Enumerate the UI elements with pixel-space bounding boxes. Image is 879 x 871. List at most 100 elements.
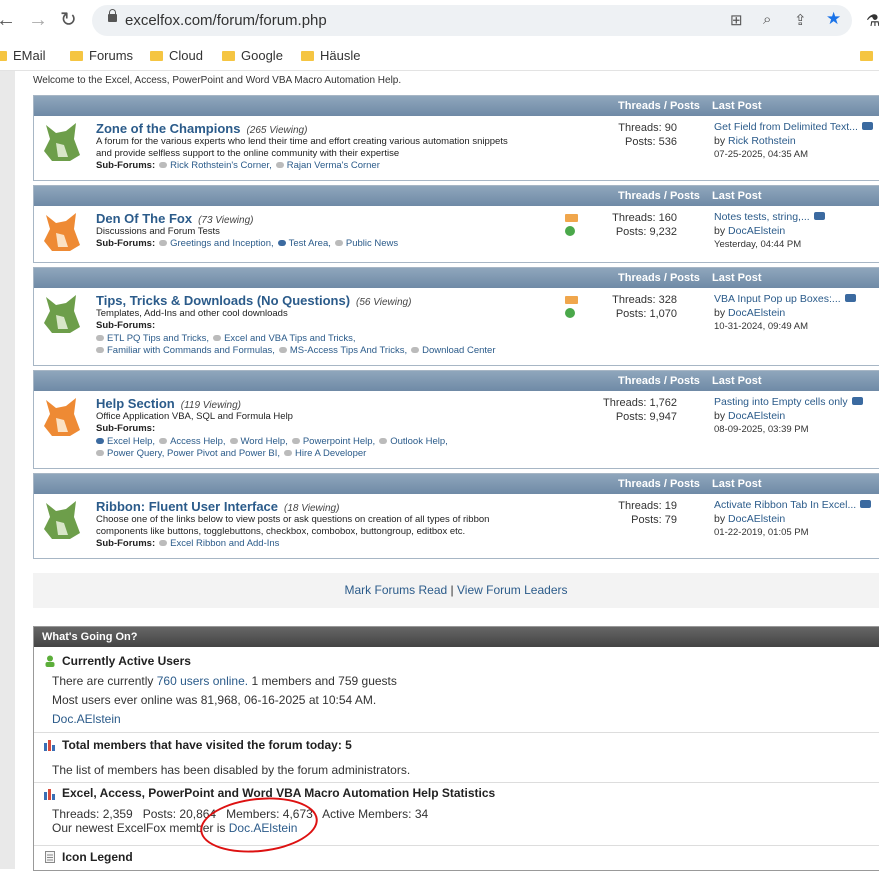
share-icon[interactable]: ⇪ (794, 11, 807, 29)
forum-title-link[interactable]: Tips, Tricks & Downloads (No Questions)(… (96, 293, 411, 308)
bookmark-star-icon[interactable]: ★ (826, 9, 841, 29)
go-to-post-icon[interactable] (860, 500, 872, 508)
subforums: Sub-Forums: Excel Ribbon and Add-Ins (96, 538, 280, 549)
forum-description: Choose one of the links below to view po… (96, 514, 490, 537)
last-post-user[interactable]: DocAElstein (728, 225, 785, 237)
subforums: Sub-Forums: Greetings and Inception, Test … (96, 238, 399, 249)
bar-chart-icon (44, 740, 55, 751)
forum-stats: Threads: 160 Posts: 9,232 (612, 212, 677, 238)
address-bar[interactable]: excelfox.com/forum/forum.php ⊞ ⌕ ⇪ ★ (92, 5, 852, 36)
url-text[interactable]: excelfox.com/forum/forum.php (125, 12, 327, 29)
forum-status-green-fox-icon (44, 501, 80, 539)
online-count-text: There are currently 760 users online. 1 … (52, 674, 397, 688)
last-post-user[interactable]: Rick Rothstein (728, 135, 796, 147)
subforum-bubble-icon (96, 437, 104, 444)
go-to-post-icon[interactable] (861, 122, 873, 130)
browser-toolbar: ← → ↻ excelfox.com/forum/forum.php ⊞ ⌕ ⇪… (0, 0, 879, 40)
mark-forums-read-link[interactable]: Mark Forums Read (344, 583, 447, 597)
forum-row: Zone of the Champions (265 Viewing) A for… (34, 116, 879, 179)
go-to-post-icon[interactable] (844, 294, 856, 302)
user-icon (45, 655, 55, 667)
last-post-title[interactable]: Pasting into Empty cells only (714, 396, 848, 408)
forward-icon[interactable]: → (28, 8, 48, 32)
bookmark-haeusle[interactable]: Häusle (301, 48, 360, 63)
folder-icon (301, 51, 314, 61)
forum-description: Templates, Add-Ins and other cool downlo… (96, 308, 288, 319)
folder-icon (70, 51, 83, 61)
reload-icon[interactable]: ↻ (60, 8, 77, 32)
subforums: Sub-Forums: Rick Rothstein's Corner, Rajan… (96, 160, 380, 171)
forum-title-link[interactable]: Zone of the Champions (265 Viewing) (96, 121, 307, 136)
last-post-header: Last Post (712, 100, 762, 112)
bookmark-cloud[interactable]: Cloud (150, 48, 203, 63)
subforum-bubble-icon (96, 347, 104, 353)
last-post-title[interactable]: Activate Ribbon Tab In Excel... (714, 499, 856, 511)
forum-status-orange-fox-icon (44, 213, 80, 251)
subforum-bubble-icon (229, 437, 238, 444)
today-visitors-section: Total members that have visited the foru… (34, 733, 879, 783)
last-post: Get Field from Delimited Text... by Rick… (714, 121, 873, 162)
forum-header: Threads / Posts Last Post (34, 371, 879, 391)
last-post-title[interactable]: VBA Input Pop up Boxes:... (714, 293, 841, 305)
forum-title-link[interactable]: Den Of The Fox (73 Viewing) (96, 211, 253, 226)
forum-stats: Threads: 90 Posts: 536 (618, 122, 677, 148)
statistics-section: Excel, Access, PowerPoint and Word VBA M… (34, 783, 879, 846)
subforums: Sub-Forums: Excel Help, Access Help, Word … (96, 423, 448, 459)
icon-legend-title[interactable]: Icon Legend (62, 850, 133, 864)
bookmark-forums[interactable]: Forums (70, 48, 133, 63)
moderation-ok-icon (565, 308, 575, 318)
forum-actions-bar: Mark Forums Read | View Forum Leaders (33, 573, 879, 608)
forum-row: Ribbon: Fluent User Interface (18 Viewing… (34, 494, 879, 557)
whats-going-on-panel: What's Going On? Currently Active Users … (33, 626, 879, 871)
forum-stats: Threads: 328 Posts: 1,070 (612, 294, 677, 320)
last-post: VBA Input Pop up Boxes:... by DocAElstei… (714, 293, 856, 334)
last-post-title[interactable]: Notes tests, string,... (714, 211, 810, 223)
forum-title-link[interactable]: Help Section (119 Viewing) (96, 396, 241, 411)
go-to-post-icon[interactable] (813, 212, 825, 220)
forum-header: Threads / Posts Last Post (34, 268, 879, 288)
forum-row: Tips, Tricks & Downloads (No Questions)(… (34, 288, 879, 364)
view-forum-leaders-link[interactable]: View Forum Leaders (457, 583, 568, 597)
active-member-link[interactable]: Doc.AElstein (52, 712, 121, 726)
separator: | (450, 583, 454, 597)
subforum-bubble-icon (275, 162, 284, 168)
whats-going-on-header[interactable]: What's Going On? (34, 627, 879, 647)
go-to-post-icon[interactable] (851, 397, 863, 405)
document-icon (45, 851, 55, 863)
back-icon[interactable]: ← (0, 8, 16, 32)
subforum-bubble-icon (334, 240, 343, 246)
last-post-title[interactable]: Get Field from Delimited Text... (714, 121, 858, 133)
subforum-bubble-icon (96, 450, 104, 456)
zoom-icon[interactable]: ⌕ (763, 11, 771, 28)
most-users-text: Most users ever online was 81,968, 06-16… (52, 693, 377, 707)
subforum-bubble-icon (96, 334, 104, 341)
users-online-link[interactable]: 760 users online. (157, 674, 248, 688)
forum-header: Threads / Posts Last Post (34, 186, 879, 206)
subforums: Sub-Forums: ETL PQ Tips and Tricks, Excel… (96, 320, 496, 356)
last-post-user[interactable]: DocAElstein (728, 513, 785, 525)
moderation-ok-icon (565, 226, 575, 236)
members-list-disabled-text: The list of members has been disabled by… (52, 763, 411, 777)
forum-description: A forum for the various experts who lend… (96, 136, 508, 159)
lock-icon[interactable] (108, 9, 117, 22)
bookmark-email[interactable]: EMail (0, 48, 46, 63)
translate-icon[interactable]: ⊞ (730, 11, 743, 29)
active-users-title: Currently Active Users (62, 654, 191, 668)
last-post-user[interactable]: DocAElstein (728, 307, 785, 319)
forum-stats: Threads: 19 Posts: 79 (618, 500, 677, 526)
forum-description: Discussions and Forum Tests (96, 226, 220, 237)
folder-icon (222, 51, 235, 61)
last-post-user[interactable]: DocAElstein (728, 410, 785, 422)
forum-status-green-fox-icon (44, 123, 80, 161)
forum-stats: Threads: 1,762 Posts: 9,947 (603, 397, 677, 423)
last-post: Notes tests, string,... by DocAElstein Y… (714, 211, 825, 252)
active-users-section: Currently Active Users There are current… (34, 648, 879, 733)
welcome-text: Welcome to the Excel, Access, PowerPoint… (33, 75, 402, 86)
forum-header: Threads / Posts Last Post (34, 96, 879, 116)
page-margin (0, 71, 15, 869)
bookmark-folder-more[interactable] (860, 48, 879, 63)
bookmark-google[interactable]: Google (222, 48, 283, 63)
forum-title-link[interactable]: Ribbon: Fluent User Interface (18 Viewing… (96, 499, 339, 514)
forum-ribbon-fluent-ui: Threads / Posts Last Post Ribbon: Fluent… (33, 473, 879, 559)
extension-icon[interactable]: ⚗ (866, 10, 879, 34)
